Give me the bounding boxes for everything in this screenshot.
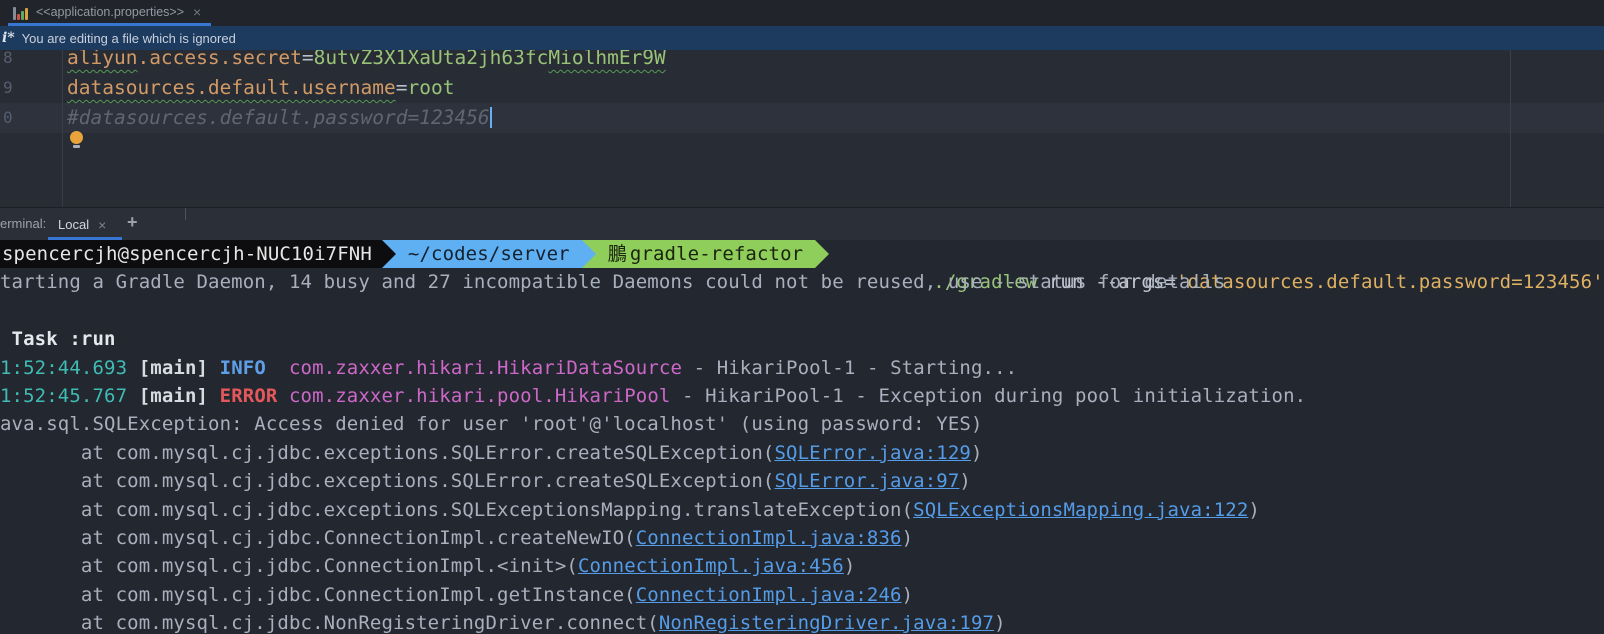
editor-code-line[interactable]: #datasources.default.password=123456 — [67, 103, 492, 133]
log-segment: com.zaxxer.hikari.pool.HikariPool — [289, 384, 671, 407]
prompt-cwd-text: ~/codes/server — [407, 243, 570, 265]
stacktrace-link[interactable]: ConnectionImpl.java:246 — [636, 584, 902, 606]
log-segment: ava.sql.SQLException: Access denied for … — [0, 413, 983, 436]
log-segment: at com.mysql.cj.jdbc.NonRegisteringDrive… — [0, 612, 659, 634]
shell-command: ./gradlew run --args='datasources.defaul… — [829, 240, 1603, 293]
powerline-arrow-icon — [381, 240, 396, 269]
terminal-output-line: ava.sql.SQLException: Access denied for … — [0, 410, 1604, 438]
log-segment: ) — [970, 441, 983, 464]
log-segment: Task :run — [0, 328, 116, 351]
right-margin-guide — [1510, 50, 1511, 207]
stacktrace-link[interactable]: ConnectionImpl.java:836 — [636, 527, 902, 549]
terminal-output[interactable]: spencercjh@spencercjh-NUC10i7FNH ~/codes… — [0, 240, 1604, 634]
terminal-prompt-line: spencercjh@spencercjh-NUC10i7FNH ~/codes… — [0, 240, 1604, 293]
terminal-tab-close-icon[interactable]: × — [98, 217, 106, 233]
log-segment: #datasources.default.password=123456 — [67, 106, 490, 129]
terminal-log-rows: tarting a Gradle Daemon, 14 busy and 27 … — [0, 268, 1604, 634]
terminal-output-line: 1:52:44.693 [main] INFO com.zaxxer.hikar… — [0, 354, 1604, 382]
editor-code-line[interactable]: datasources.default.username=root — [67, 73, 454, 103]
log-segment: at com.mysql.cj.jdbc.exceptions.SQLExcep… — [0, 498, 914, 521]
prompt-host-segment: spencercjh@spencercjh-NUC10i7FNH — [0, 240, 382, 269]
prompt-branch-text: gradle-refactor — [629, 243, 804, 265]
terminal-output-line: Task :run — [0, 325, 1604, 353]
command-argument: 'datasources.default.password=123456' — [1176, 271, 1604, 294]
editor-tab-application-properties[interactable]: <<application.properties>> × — [8, 0, 212, 26]
log-segment: - HikariPool-1 - Exception during pool i… — [670, 384, 1307, 407]
terminal-panel-label: erminal: — [0, 216, 47, 231]
terminal-output-line: at com.mysql.cj.jdbc.NonRegisteringDrive… — [0, 609, 1604, 634]
panel-divider-tick — [185, 208, 186, 220]
powerline-arrow-icon — [815, 240, 830, 269]
terminal-output-line: at com.mysql.cj.jdbc.exceptions.SQLError… — [0, 467, 1604, 495]
stacktrace-link[interactable]: SQLError.java:129 — [774, 442, 971, 464]
line-number: 0 — [3, 108, 13, 127]
powerline-arrow-icon — [581, 240, 596, 269]
properties-file-icon — [12, 3, 29, 21]
log-segment: MiolhmEr9W — [548, 50, 666, 69]
log-segment: at com.mysql.cj.jdbc.ConnectionImpl.crea… — [0, 526, 636, 549]
tab-close-icon[interactable]: × — [193, 5, 201, 19]
editor-tab-bar: <<application.properties>> × — [0, 0, 1604, 26]
log-segment: = — [395, 76, 408, 99]
terminal-output-line: at com.mysql.cj.jdbc.ConnectionImpl.<ini… — [0, 552, 1604, 580]
log-segment: ) — [901, 526, 914, 549]
log-segment: ) — [843, 555, 856, 578]
log-segment: com.zaxxer.hikari.HikariDataSource — [289, 356, 683, 379]
info-icon: i* — [2, 30, 15, 46]
log-segment: aliyun — [67, 50, 138, 69]
log-segment: INFO — [219, 356, 289, 379]
code-editor[interactable]: 890 aliyun.access.secret=8utvZ3X1XaUta2j… — [0, 50, 1604, 207]
log-segment: ) — [959, 470, 971, 493]
log-segment: ERROR — [219, 384, 289, 407]
new-terminal-button[interactable]: + — [127, 212, 138, 233]
log-segment: root — [407, 76, 455, 99]
log-segment: [main] — [138, 384, 220, 407]
text-caret — [489, 107, 492, 128]
ide-window: <<application.properties>> × i* You are … — [0, 0, 1604, 634]
log-segment: at com.mysql.cj.jdbc.exceptions.SQLError… — [0, 441, 775, 464]
log-segment: 1:52:44.693 — [0, 356, 139, 379]
log-segment: 1:52:45.767 — [0, 384, 139, 407]
intention-bulb-icon[interactable] — [70, 131, 83, 149]
prompt-git-segment: 鵬 gradle-refactor — [595, 240, 816, 269]
stacktrace-link[interactable]: NonRegisteringDriver.java:197 — [659, 612, 994, 634]
log-segment: 8utvZ3X1XaUta2jh63fc — [313, 50, 549, 69]
log-segment: at com.mysql.cj.jdbc.ConnectionImpl.getI… — [0, 583, 636, 606]
gutter-separator — [62, 50, 63, 207]
stacktrace-link[interactable]: SQLError.java:97 — [774, 470, 959, 492]
log-segment: datasources.default.username — [67, 76, 396, 99]
log-segment: = — [301, 50, 314, 69]
log-segment: .access.secret — [137, 50, 302, 69]
terminal-output-line: at com.mysql.cj.jdbc.exceptions.SQLExcep… — [0, 496, 1604, 524]
editor-tab-title: <<application.properties>> — [36, 4, 185, 19]
line-number: 8 — [3, 50, 13, 67]
line-number: 9 — [3, 78, 13, 97]
log-segment: [main] — [138, 356, 220, 379]
terminal-panel-header: erminal: Local × + — [0, 207, 1604, 240]
banner-message: You are editing a file which is ignored — [21, 30, 236, 46]
prompt-host-text: spencercjh@spencercjh-NUC10i7FNH — [2, 243, 372, 265]
log-segment: ) — [1248, 498, 1260, 521]
terminal-tab-label: Local — [58, 217, 90, 232]
log-segment: ) — [994, 612, 1006, 634]
stacktrace-link[interactable]: ConnectionImpl.java:456 — [578, 555, 844, 577]
editor-code-line[interactable]: aliyun.access.secret=8utvZ3X1XaUta2jh63f… — [67, 50, 666, 73]
terminal-output-line: at com.mysql.cj.jdbc.ConnectionImpl.crea… — [0, 524, 1604, 552]
terminal-output-line: at com.mysql.cj.jdbc.ConnectionImpl.getI… — [0, 581, 1604, 609]
terminal-output-line: at com.mysql.cj.jdbc.exceptions.SQLError… — [0, 439, 1604, 467]
prompt-cwd-segment: ~/codes/server — [395, 240, 582, 269]
log-segment: - HikariPool-1 - Starting... — [682, 356, 1018, 379]
terminal-output-line: 1:52:45.767 [main] ERROR com.zaxxer.hika… — [0, 382, 1604, 410]
log-segment: at com.mysql.cj.jdbc.exceptions.SQLError… — [0, 470, 775, 493]
log-segment: at com.mysql.cj.jdbc.ConnectionImpl.<ini… — [0, 555, 578, 578]
log-segment: ) — [901, 583, 914, 606]
stacktrace-link[interactable]: SQLExceptionsMapping.java:122 — [913, 499, 1248, 521]
git-branch-icon: 鵬 — [607, 243, 627, 265]
log-segment: tarting a Gradle Daemon, 14 busy and 27 … — [0, 271, 1226, 294]
ignored-file-banner: i* You are editing a file which is ignor… — [0, 26, 1604, 50]
